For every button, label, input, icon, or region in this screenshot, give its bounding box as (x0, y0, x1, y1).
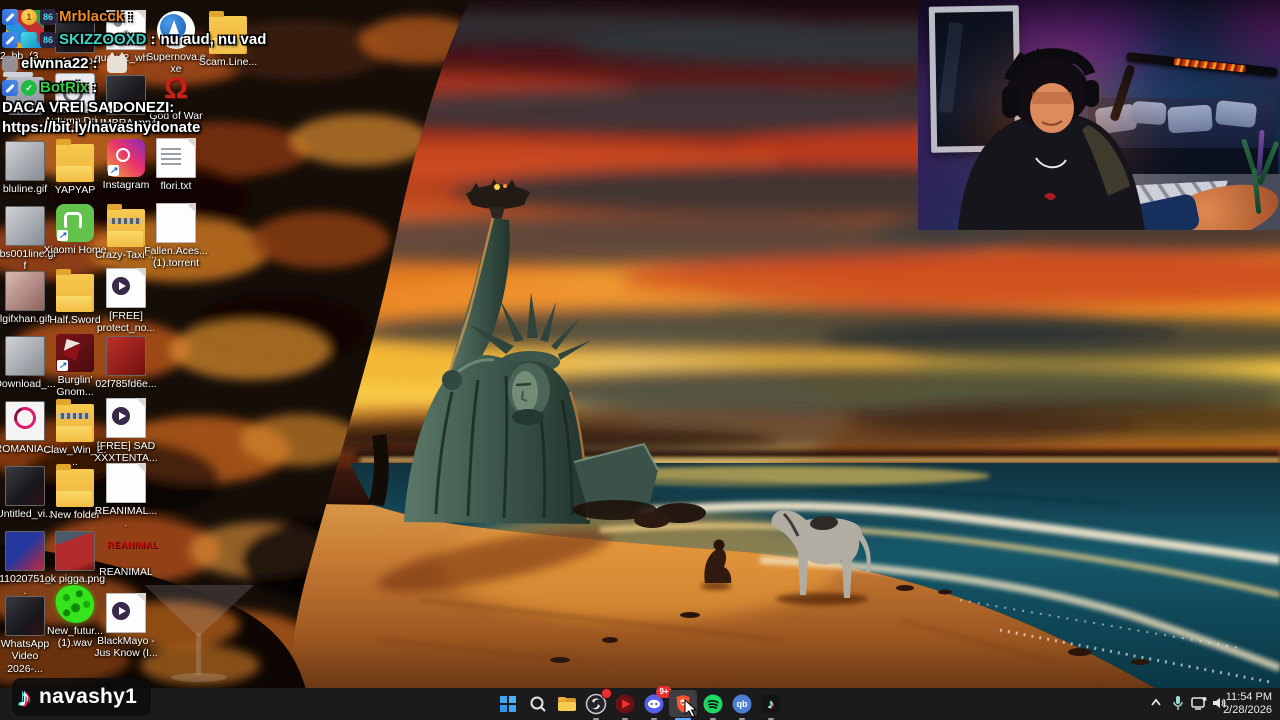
desktop-icon[interactable]: flori.txt (144, 136, 208, 192)
media-player-icon (615, 694, 635, 713)
tray-microphone[interactable] (1170, 694, 1186, 717)
coin-badge-icon: 1 (21, 9, 37, 25)
emote-badge-icon (2, 56, 18, 72)
spotify-icon (703, 694, 723, 713)
stream-watermark: ♪ navashy1 (12, 678, 152, 716)
gamer-badge-icon (2, 80, 18, 96)
desktop-icon[interactable]: REANIMAL.... (94, 461, 158, 530)
level-badge-icon: 86 (40, 9, 56, 25)
chat-username: elwnna22 (21, 55, 89, 72)
tray-time: 11:54 PM (1225, 691, 1272, 703)
chat-colon: : (150, 31, 156, 48)
tiktok-note-glyph: ♪ (767, 696, 775, 711)
cat-emote-icon (106, 52, 127, 73)
desktop-icon[interactable]: 02f785fd6e... (94, 331, 158, 390)
chat-colon: : (92, 79, 98, 96)
tray-date: 2/28/2026 (1223, 704, 1272, 716)
gamer-badge-icon (2, 9, 18, 25)
file-explorer-icon (558, 696, 576, 711)
chat-username: SKIZZOOXD (59, 31, 147, 48)
martini-glass-overlay (140, 585, 260, 690)
tiktok-logo-icon: ♪ (18, 681, 31, 712)
microphone-icon (1173, 696, 1183, 710)
webcam-overlay (918, 0, 1280, 230)
watermark-username: navashy1 (39, 685, 138, 708)
spotify-button[interactable] (699, 690, 727, 720)
desktop-icon[interactable]: Fallen.Aces... (1).torrent (144, 201, 208, 270)
chat-line: 1 86 Mrblacck : (2, 7, 138, 27)
desktop-icon-reanimal[interactable]: REANIMAL REANIMAL (94, 526, 158, 578)
chat-username: BotRix (40, 79, 89, 96)
cube-badge-icon (21, 32, 37, 48)
verified-badge-icon: ✓ (21, 80, 37, 96)
file-explorer-button[interactable] (553, 690, 581, 717)
taskbar: 9+ qb ♪ 11:54 PM 2/28/2026 (0, 686, 1280, 720)
search-icon (530, 696, 546, 712)
clock[interactable]: 11:54 PM 2/28/2026 (1223, 691, 1272, 717)
search-button[interactable] (524, 690, 552, 717)
network-display-icon (1191, 697, 1207, 710)
chat-message: nu aud, nu vad (160, 31, 267, 48)
chat-colon: : (92, 55, 98, 72)
desktop-icon[interactable]: [FREE] protect_no... (94, 266, 158, 335)
chat-username: Mrblacck (59, 8, 125, 25)
chat-colon: : (128, 8, 134, 25)
mouse-cursor (684, 699, 698, 718)
chat-line: elwnna22 : (2, 52, 127, 74)
desktop-icon[interactable]: [FREE] SAD XXXTENTA... (94, 396, 158, 465)
qbittorrent-button[interactable]: qb (728, 690, 756, 720)
streamer (958, 48, 1145, 230)
start-button[interactable] (494, 690, 522, 717)
obs-studio-button[interactable] (582, 688, 612, 720)
tray-network[interactable] (1190, 694, 1208, 717)
desktop-icon[interactable]: BlackMayo - Jus Know (I... (94, 591, 158, 660)
desktop-root: f2_bb_(3_... outro.mp4 quake2_wh... Supe… (0, 0, 1280, 720)
level-badge-icon: 86 (40, 32, 56, 48)
windows-start-icon (500, 695, 516, 712)
chat-line: ✓ BotRix : DACA VREI SA DONEZI: https://… (2, 78, 270, 138)
tray-chevron-up[interactable] (1148, 694, 1164, 717)
chevron-up-icon (1151, 698, 1161, 706)
chat-message: DACA VREI SA DONEZI: https://bit.ly/nava… (2, 99, 201, 136)
discord-button[interactable]: 9+ (640, 686, 672, 720)
chat-line: 86 SKIZZOOXD : nu aud, nu vad (2, 30, 266, 50)
gamer-badge-icon (2, 32, 18, 48)
qbittorrent-label: qb (736, 698, 748, 709)
tiktok-button[interactable]: ♪ (757, 690, 785, 720)
media-player-button[interactable] (611, 690, 639, 720)
